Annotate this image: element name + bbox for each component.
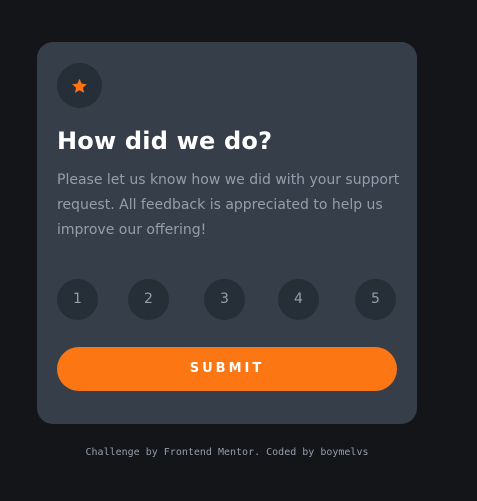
- rating-button-5[interactable]: 5: [355, 279, 396, 320]
- rating-card: How did we do? Please let us know how we…: [37, 42, 417, 424]
- rating-button-2[interactable]: 2: [128, 279, 169, 320]
- rating-button-1[interactable]: 1: [57, 279, 98, 320]
- card-title: How did we do?: [57, 127, 273, 155]
- card-description: Please let us know how we did with your …: [57, 172, 400, 238]
- rating-button-4[interactable]: 4: [278, 279, 319, 320]
- star-badge: [57, 63, 102, 108]
- submit-button[interactable]: SUBMIT: [57, 347, 397, 391]
- star-icon: [71, 78, 88, 94]
- attribution-text: Challenge by Frontend Mentor. Coded by b…: [85, 447, 369, 458]
- rating-button-3[interactable]: 3: [204, 279, 245, 320]
